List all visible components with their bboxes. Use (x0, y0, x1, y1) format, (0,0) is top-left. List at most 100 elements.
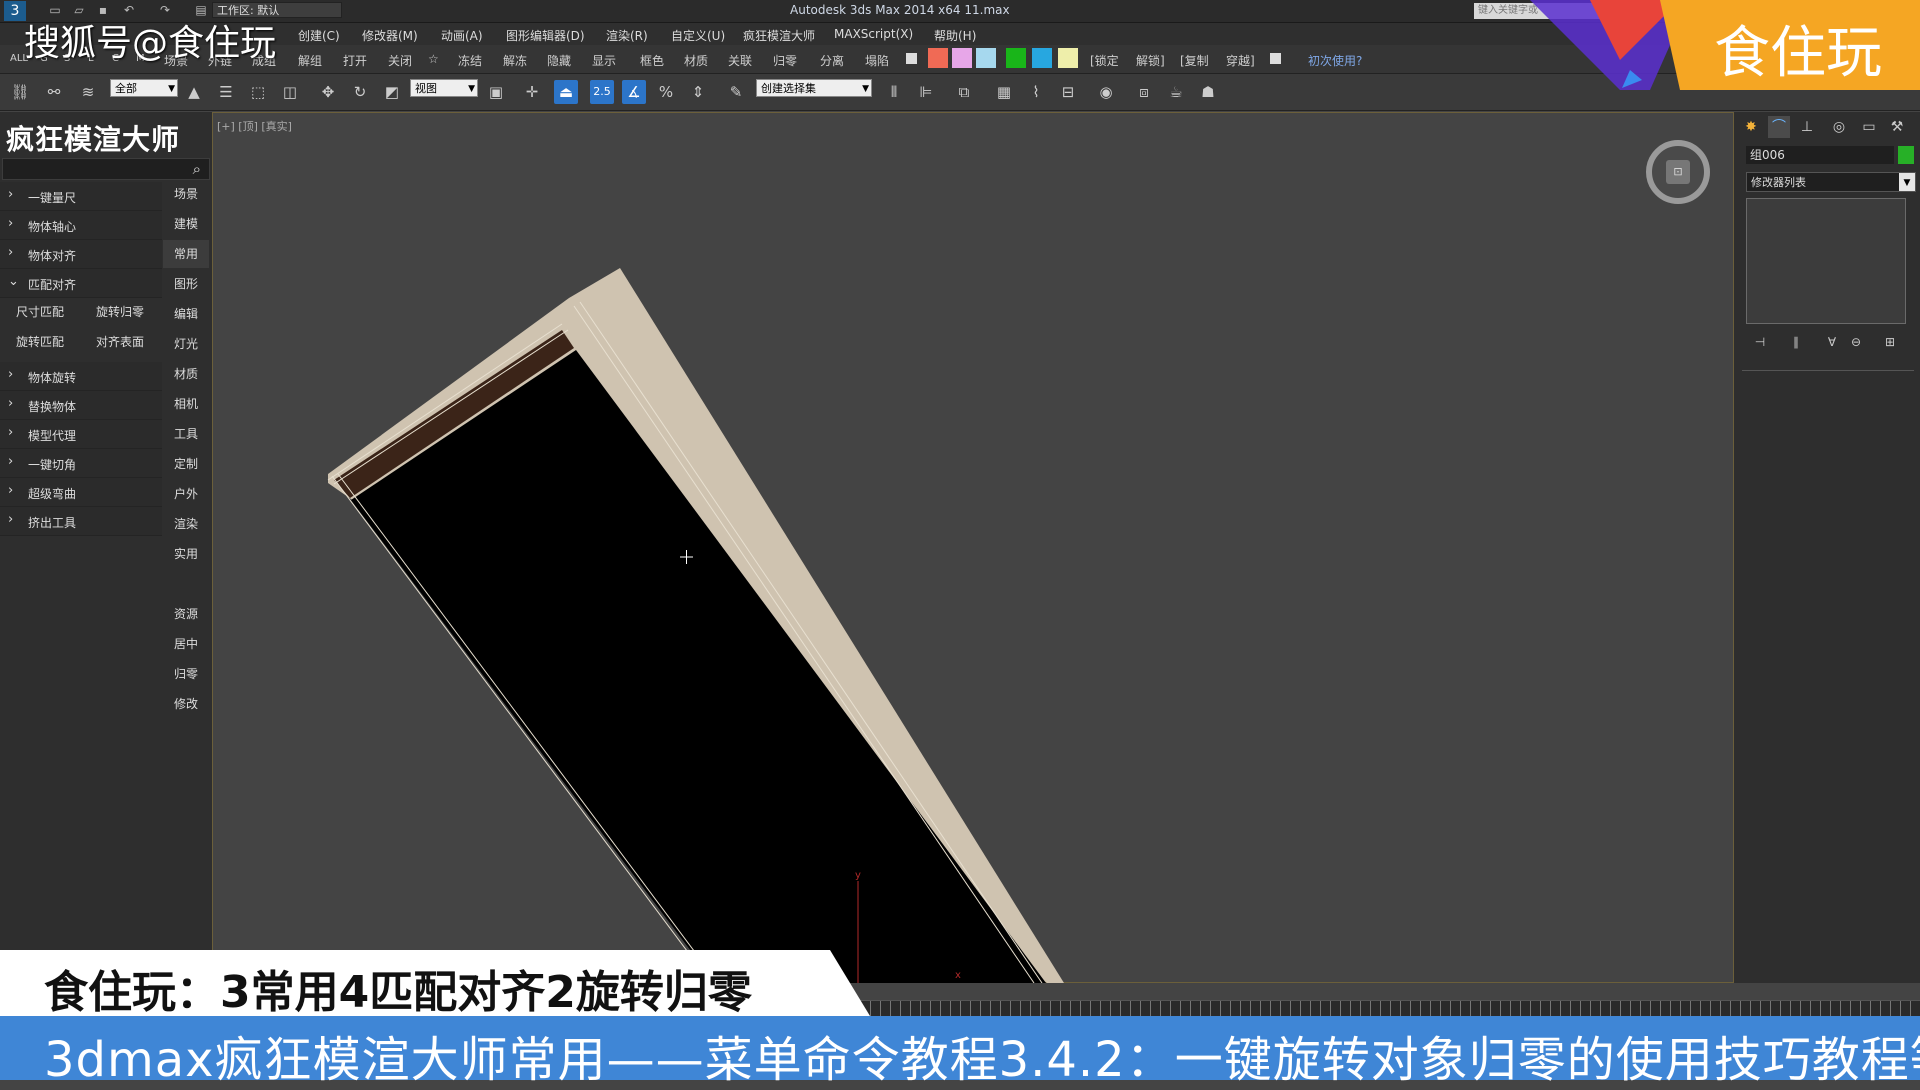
rectangular-selection-icon[interactable]: ⬚ (246, 80, 270, 104)
select-and-rotate-icon[interactable]: ↻ (348, 80, 372, 104)
tb-close[interactable]: 关闭 (388, 52, 412, 69)
select-and-scale-icon[interactable]: ◩ (380, 80, 404, 104)
plugin-item-bend[interactable]: › 超级弯曲 (0, 478, 162, 507)
category-edit[interactable]: 编辑 (163, 300, 209, 328)
category-lights[interactable]: 灯光 (163, 330, 209, 358)
category-scene[interactable]: 场景 (163, 180, 209, 208)
tb-lock[interactable]: [锁定 (1090, 52, 1119, 69)
viewcube-icon[interactable]: ⊡ (1646, 140, 1710, 204)
manipulate-icon[interactable]: ✛ (520, 80, 544, 104)
tb-white-square2-icon[interactable] (1270, 53, 1281, 64)
scene-object-door[interactable]: y x (212, 112, 1734, 983)
plugin-item-rotate[interactable]: › 物体旋转 (0, 362, 162, 391)
category-modeling[interactable]: 建模 (163, 210, 209, 238)
menu-rendering[interactable]: 渲染(R) (606, 27, 648, 44)
tb-hide[interactable]: 隐藏 (547, 52, 571, 69)
rotate-reset-button[interactable]: 旋转归零 (84, 300, 156, 324)
select-by-name-icon[interactable]: ☰ (214, 80, 238, 104)
tb-pass-through[interactable]: 穿越] (1226, 52, 1255, 69)
rotate-match-button[interactable]: 旋转匹配 (4, 330, 76, 354)
tb-copy[interactable]: [复制 (1180, 52, 1209, 69)
align-icon[interactable]: ⊫ (914, 80, 938, 104)
tb-white-square-icon[interactable] (906, 53, 917, 64)
tb-frame-color[interactable]: 框色 (640, 52, 664, 69)
menu-plugin[interactable]: 疯狂模渲大师 (743, 27, 815, 44)
keyboard-shortcut-override-icon[interactable]: ⏏ (554, 80, 578, 104)
plugin-item-replace[interactable]: › 替换物体 (0, 391, 162, 420)
plugin-item-pivot[interactable]: › 物体轴心 (0, 211, 162, 240)
align-surface-button[interactable]: 对齐表面 (84, 330, 156, 354)
menu-customize[interactable]: 自定义(U) (671, 27, 725, 44)
plugin-item-align[interactable]: › 物体对齐 (0, 240, 162, 269)
category-resources[interactable]: 资源 (163, 600, 209, 628)
material-editor-icon[interactable]: ◉ (1094, 80, 1118, 104)
menu-graph-editors[interactable]: 图形编辑器(D) (506, 27, 585, 44)
select-and-move-icon[interactable]: ✥ (316, 80, 340, 104)
category-center[interactable]: 居中 (163, 630, 209, 658)
menu-help[interactable]: 帮助(H) (934, 27, 976, 44)
category-render[interactable]: 渲染 (163, 510, 209, 538)
window-crossing-icon[interactable]: ◫ (278, 80, 302, 104)
category-modify[interactable]: 修改 (163, 690, 209, 718)
percent-snap-icon[interactable]: % (654, 80, 678, 104)
plugin-item-extrude[interactable]: › 挤出工具 (0, 507, 162, 536)
remove-modifier-icon[interactable]: ⊖ (1846, 332, 1866, 352)
utilities-tab-icon[interactable]: ⚒ (1886, 116, 1908, 138)
reference-coordinate-dropdown[interactable]: 视图 ▼ (410, 79, 478, 97)
app-logo-icon[interactable]: 3 (4, 1, 26, 21)
configure-modifier-sets-icon[interactable]: ⊞ (1880, 332, 1900, 352)
bind-spacewarp-icon[interactable]: ≋ (76, 80, 100, 104)
plugin-search-input[interactable]: ⌕ (2, 158, 210, 180)
category-shapes[interactable]: 图形 (163, 270, 209, 298)
category-outdoor[interactable]: 户外 (163, 480, 209, 508)
viewcube-top-face[interactable]: ⊡ (1666, 160, 1690, 184)
rendered-frame-window-icon[interactable]: ☕ (1164, 80, 1188, 104)
make-unique-icon[interactable]: ∀ (1822, 332, 1842, 352)
color-swatch-pink[interactable] (952, 48, 972, 68)
category-common[interactable]: 常用 (163, 240, 209, 268)
modify-tab-icon[interactable]: ⌒ (1768, 116, 1790, 138)
display-tab-icon[interactable]: ▭ (1858, 116, 1880, 138)
tb-detach[interactable]: 分离 (820, 52, 844, 69)
plugin-item-chamfer[interactable]: › 一键切角 (0, 449, 162, 478)
show-end-result-icon[interactable]: ∥ (1786, 332, 1806, 352)
curve-editor-icon[interactable]: ⌇ (1024, 80, 1048, 104)
modifier-list-dropdown[interactable]: 修改器列表 ▼ (1746, 172, 1916, 192)
snap-toggle-icon[interactable]: 2.5 (590, 80, 614, 104)
color-swatch-blue[interactable] (1032, 48, 1052, 68)
tb-link[interactable]: 关联 (728, 52, 752, 69)
tb-freeze[interactable]: 冻结 (458, 52, 482, 69)
tb-reset-zero[interactable]: 归零 (773, 52, 797, 69)
tb-unfreeze[interactable]: 解冻 (503, 52, 527, 69)
pivot-center-icon[interactable]: ▣ (484, 80, 508, 104)
size-match-button[interactable]: 尺寸匹配 (4, 300, 76, 324)
edit-named-selection-icon[interactable]: ✎ (724, 80, 748, 104)
search-icon[interactable]: ⌕ (193, 160, 201, 178)
plugin-item-measure[interactable]: › 一键量尺 (0, 182, 162, 211)
color-swatch-yellow[interactable] (1058, 48, 1078, 68)
tb-material[interactable]: 材质 (684, 52, 708, 69)
menu-modifiers[interactable]: 修改器(M) (362, 27, 418, 44)
tb-show[interactable]: 显示 (592, 52, 616, 69)
category-utility[interactable]: 实用 (163, 540, 209, 568)
category-zero[interactable]: 归零 (163, 660, 209, 688)
render-setup-icon[interactable]: ⧈ (1132, 80, 1156, 104)
menu-create[interactable]: 创建(C) (298, 27, 340, 44)
plugin-item-match-align[interactable]: ⌄ 匹配对齐 (0, 269, 162, 298)
pin-stack-icon[interactable]: ⊣ (1750, 332, 1770, 352)
mirror-icon[interactable]: ⫴ (882, 80, 906, 104)
color-swatch-lightblue[interactable] (976, 48, 996, 68)
named-selection-set-dropdown[interactable]: 创建选择集 ▼ (756, 79, 872, 97)
category-materials[interactable]: 材质 (163, 360, 209, 388)
select-object-icon[interactable]: ▲ (182, 80, 206, 104)
tb-ungroup[interactable]: 解组 (298, 52, 322, 69)
graphite-ribbon-icon[interactable]: ▦ (992, 80, 1016, 104)
unlink-icon[interactable]: ⚯ (42, 80, 66, 104)
menu-animation[interactable]: 动画(A) (441, 27, 483, 44)
tb-favorite-star[interactable]: ☆ (428, 52, 439, 66)
create-tab-icon[interactable]: ✸ (1740, 116, 1762, 138)
modifier-stack[interactable] (1746, 198, 1906, 324)
object-name-field[interactable]: 组006 (1746, 146, 1894, 164)
select-and-link-icon[interactable]: ⛓ (8, 80, 32, 104)
render-production-icon[interactable]: ☗ (1196, 80, 1220, 104)
